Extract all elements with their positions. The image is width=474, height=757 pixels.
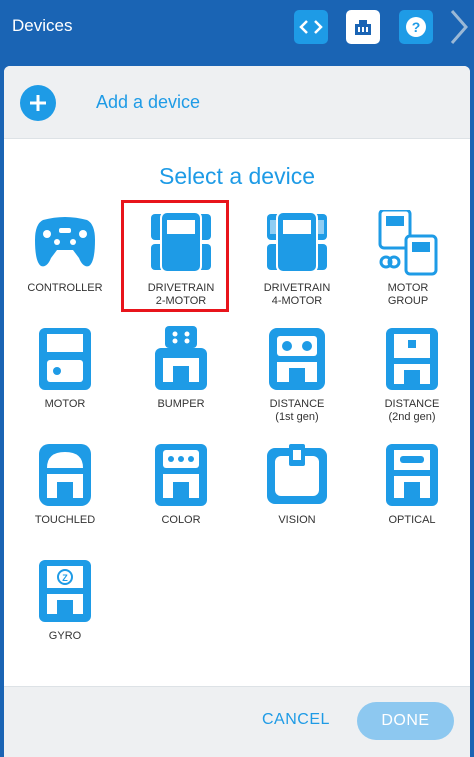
- select-device-title: Select a device: [159, 163, 315, 189]
- device-label: VISION: [278, 514, 316, 526]
- add-device-row[interactable]: Add a device: [4, 66, 470, 139]
- device-label: BUMPER: [157, 398, 205, 410]
- plus-icon: [30, 95, 46, 111]
- device-tile-motor[interactable]: MOTOR: [9, 326, 121, 438]
- motor-icon: [39, 328, 91, 390]
- device-tile-drivetrain-2-motor[interactable]: DRIVETRAIN 2-MOTOR: [121, 200, 237, 322]
- device-tile-color[interactable]: COLOR: [125, 442, 237, 554]
- color-sensor-icon: [155, 444, 207, 506]
- svg-text:?: ?: [412, 19, 421, 35]
- device-label: MOTOR: [44, 398, 86, 410]
- distance-sensor-2-icon: [386, 328, 438, 390]
- add-device-label: Add a device: [96, 92, 201, 112]
- device-label: COLOR: [161, 514, 201, 526]
- drivetrain-2-motor-icon: [151, 211, 211, 273]
- device-dialog: Add a device Select a device CONTROLLER …: [4, 66, 470, 757]
- device-tile-controller[interactable]: CONTROLLER: [9, 210, 121, 322]
- device-tile-gyro[interactable]: Z GYRO: [9, 558, 121, 670]
- device-label: TOUCHLED: [34, 514, 96, 526]
- optical-sensor-icon: [386, 444, 438, 506]
- touchled-icon: [39, 444, 91, 506]
- chevron-right-icon[interactable]: [448, 8, 470, 46]
- drivetrain-4-motor-icon: [267, 211, 327, 273]
- vision-sensor-icon: [267, 444, 327, 504]
- done-button[interactable]: DONE: [357, 702, 454, 740]
- device-label: DISTANCE (2nd gen): [384, 398, 440, 423]
- device-label: DRIVETRAIN 2-MOTOR: [147, 282, 215, 307]
- device-tile-touchled[interactable]: TOUCHLED: [9, 442, 121, 554]
- controller-icon: [35, 217, 95, 267]
- device-label: GYRO: [48, 630, 82, 642]
- device-tile-vision[interactable]: VISION: [241, 442, 353, 554]
- device-tile-bumper[interactable]: BUMPER: [125, 326, 237, 438]
- code-view-button[interactable]: [294, 10, 328, 44]
- device-tile-optical[interactable]: OPTICAL: [356, 442, 468, 554]
- help-button[interactable]: ?: [399, 10, 433, 44]
- device-tile-distance-2nd-gen[interactable]: DISTANCE (2nd gen): [356, 326, 468, 438]
- page-title: Devices: [12, 16, 73, 35]
- gyro-sensor-icon: Z: [39, 560, 91, 622]
- port-icon: [355, 20, 371, 35]
- svg-text:Z: Z: [62, 573, 68, 583]
- device-tile-motor-group[interactable]: MOTOR GROUP: [352, 210, 464, 322]
- device-tile-drivetrain-4-motor[interactable]: DRIVETRAIN 4-MOTOR: [241, 210, 353, 322]
- device-label: MOTOR GROUP: [387, 282, 429, 307]
- dialog-footer: CANCEL DONE: [4, 686, 470, 757]
- device-label: DRIVETRAIN 4-MOTOR: [263, 282, 331, 307]
- add-button[interactable]: [20, 85, 56, 121]
- top-bar: Devices ?: [0, 0, 474, 54]
- device-label: CONTROLLER: [27, 282, 103, 294]
- bumper-icon: [155, 326, 207, 390]
- device-tile-distance-1st-gen[interactable]: DISTANCE (1st gen): [241, 326, 353, 438]
- device-label: DISTANCE (1st gen): [269, 398, 325, 423]
- help-icon: ?: [406, 17, 426, 37]
- cancel-button[interactable]: CANCEL: [262, 711, 330, 729]
- device-label: OPTICAL: [388, 514, 436, 526]
- distance-sensor-icon: [269, 328, 325, 390]
- code-icon: [299, 20, 323, 34]
- motor-group-icon: [378, 210, 438, 276]
- devices-button[interactable]: [346, 10, 380, 44]
